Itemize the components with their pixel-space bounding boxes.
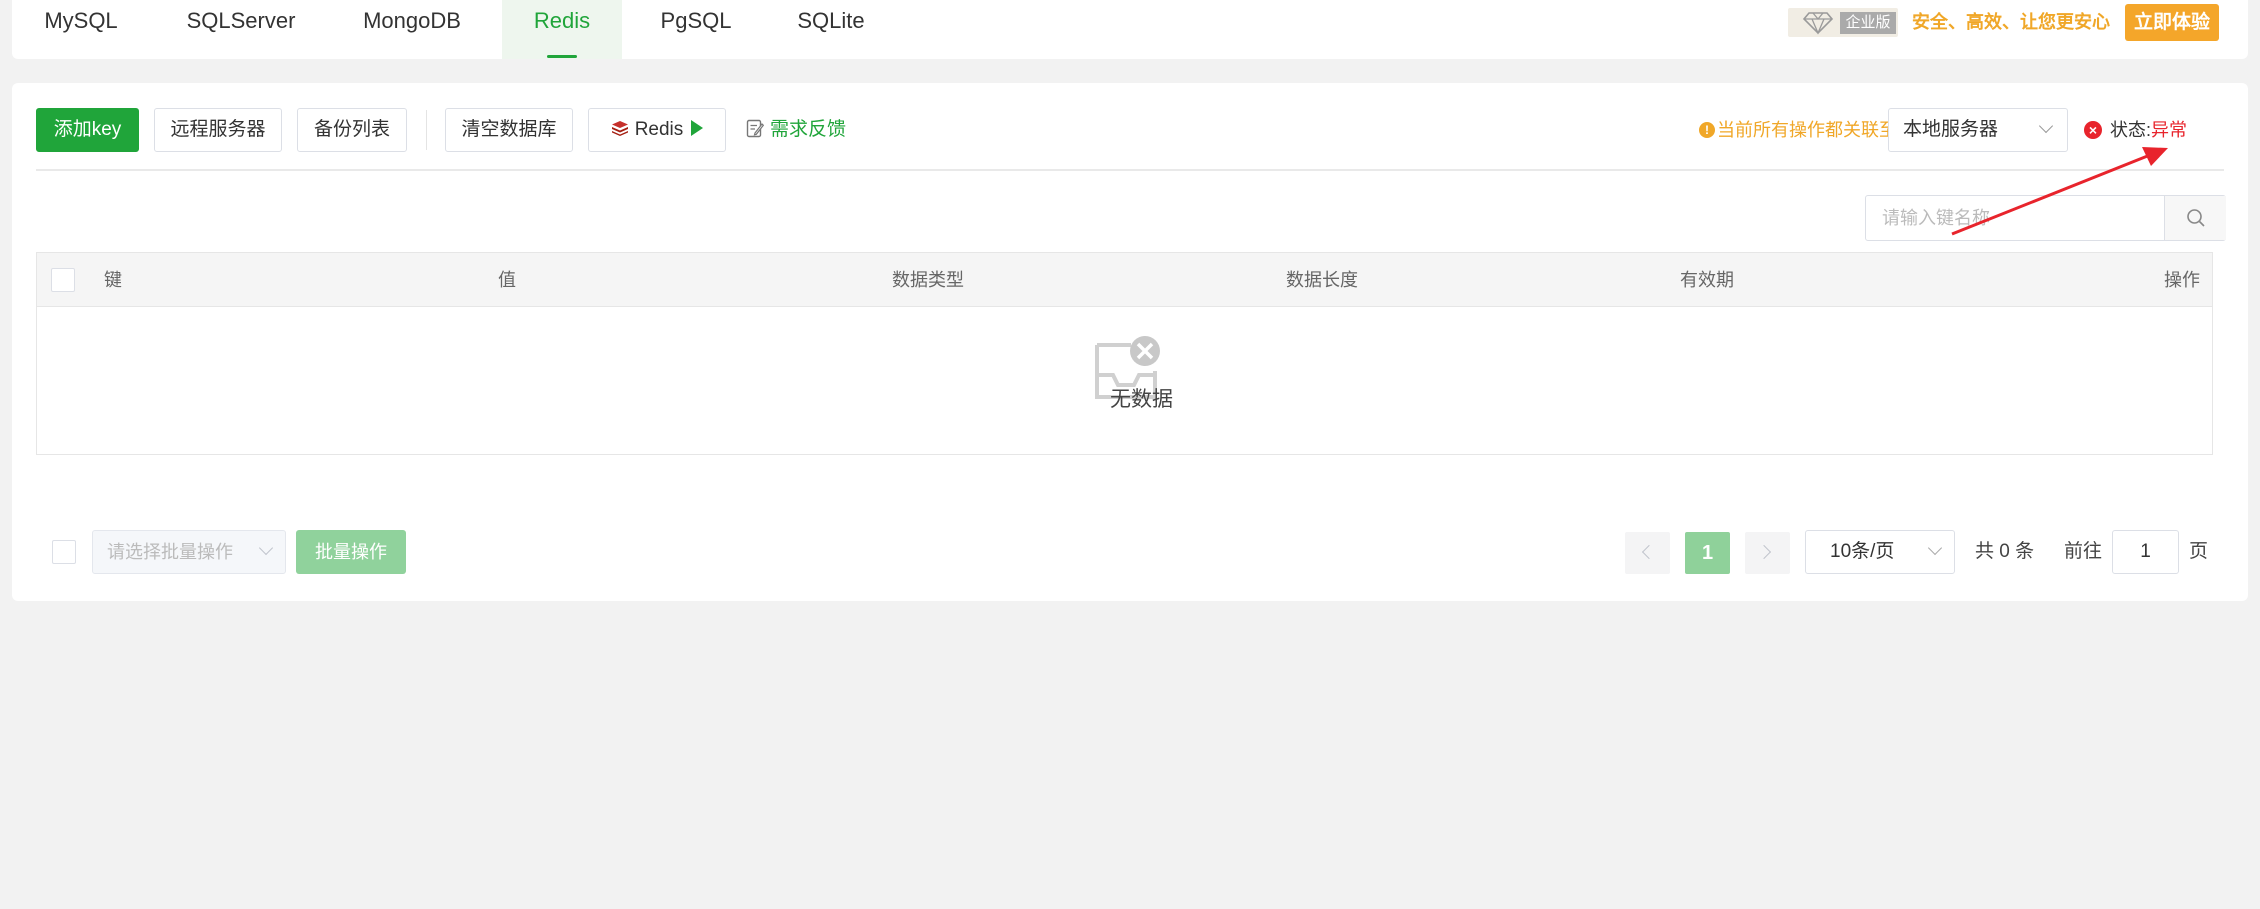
status-label: 状态: [2110,120,2152,140]
redis-button-label: Redis [634,119,684,140]
chevron-down-icon [2038,118,2054,134]
tab-redis[interactable]: Redis [502,0,622,59]
backup-list-button[interactable]: 备份列表 [297,108,407,152]
empty-text: 无数据 [1110,388,1173,411]
tab-mysql[interactable]: MySQL [42,0,120,59]
batch-select-placeholder: 请选择批量操作 [107,542,233,562]
tab-mongodb[interactable]: MongoDB [354,0,470,59]
page-size-select[interactable]: 10条/页 [1805,530,1955,574]
clear-database-button[interactable]: 清空数据库 [445,108,573,152]
search-button[interactable] [2164,196,2226,240]
goto-label: 前往 [2064,541,2103,562]
chevron-down-icon [258,540,274,556]
col-key: 键 [104,270,122,290]
server-notice: ! 当前所有操作都关联至 [1699,118,1897,142]
enterprise-slogan: 安全、高效、让您更安心 [1912,12,2110,32]
total-count: 共 0 条 [1975,541,2035,562]
toolbar-separator [36,169,2224,171]
col-data-type: 数据类型 [892,270,964,290]
play-icon [691,120,704,137]
keys-table: 键 值 数据类型 数据长度 有效期 操作 无数据 [36,252,2213,455]
chevron-down-icon [1927,540,1943,556]
chevron-right-icon [1756,544,1772,560]
tab-pgsql[interactable]: PgSQL [658,0,734,59]
batch-action-select[interactable]: 请选择批量操作 [92,530,286,574]
key-search [1865,195,2226,241]
error-icon: × [2084,120,2102,139]
db-type-tabs: MySQL SQLServer MongoDB Redis PgSQL SQLi… [12,0,2248,59]
try-now-button[interactable]: 立即体验 [2125,4,2219,41]
batch-action-button[interactable]: 批量操作 [296,530,406,574]
feedback-link[interactable]: 需求反馈 [746,117,846,143]
col-data-length: 数据长度 [1286,270,1358,290]
tab-sqlite[interactable]: SQLite [792,0,870,59]
col-ttl: 有效期 [1680,270,1734,290]
server-select[interactable]: 本地服务器 [1888,108,2068,152]
col-actions: 操作 [2164,270,2200,290]
edit-note-icon [746,119,765,138]
tab-sqlserver[interactable]: SQLServer [182,0,300,59]
server-select-value: 本地服务器 [1903,119,1999,140]
status-value: 异常 [2151,120,2188,140]
diamond-icon [1802,12,1834,35]
select-all-checkbox[interactable] [51,268,75,292]
search-icon [2187,209,2205,227]
connection-status: × 状态:异常 [2084,117,2187,143]
page-size-value: 10条/页 [1830,541,1895,562]
enterprise-badge[interactable]: 企业版 [1788,8,1898,37]
info-icon: ! [1699,121,1715,138]
footer-select-checkbox[interactable] [52,540,76,564]
redis-run-button[interactable]: Redis [588,108,726,152]
goto-page-input[interactable]: 1 [2112,530,2179,574]
redis-panel: 添加key 远程服务器 备份列表 清空数据库 Redis 需求反馈 ! 当前所有操… [12,83,2248,601]
page-unit-label: 页 [2189,541,2209,562]
enterprise-label: 企业版 [1840,12,1896,34]
key-search-input[interactable] [1866,196,2164,240]
page-number-current[interactable]: 1 [1685,532,1730,574]
col-value: 值 [498,270,516,290]
toolbar-divider [426,110,427,150]
add-key-button[interactable]: 添加key [36,108,139,152]
remote-server-button[interactable]: 远程服务器 [154,108,282,152]
chevron-left-icon [1641,544,1657,560]
feedback-label: 需求反馈 [770,119,847,140]
redis-icon [611,120,628,136]
table-header: 键 值 数据类型 数据长度 有效期 操作 [37,253,2212,307]
notice-text: 当前所有操作都关联至 [1717,120,1897,140]
next-page-button[interactable] [1745,532,1790,574]
prev-page-button[interactable] [1625,532,1670,574]
